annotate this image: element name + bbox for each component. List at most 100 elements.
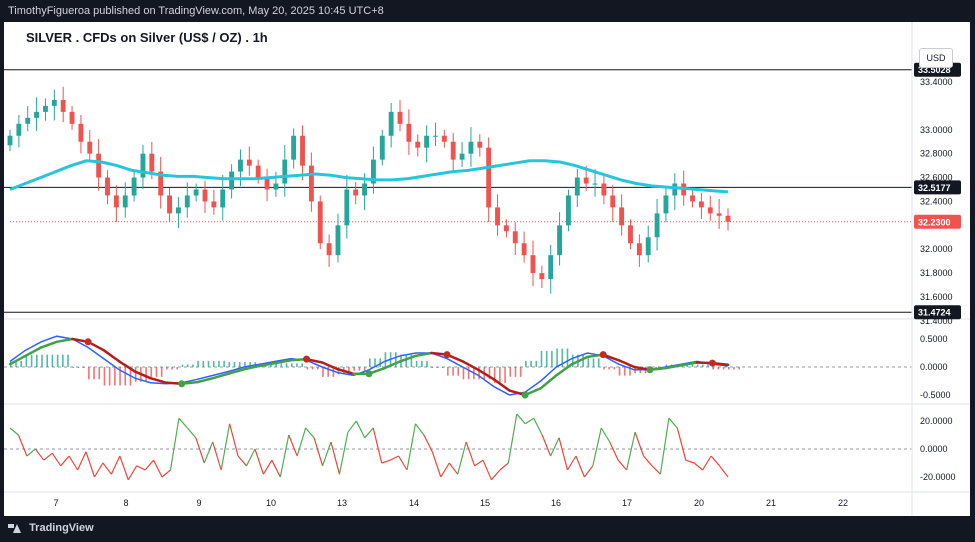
oscillator-segment [550, 437, 560, 457]
time-tick-label: 21 [766, 498, 776, 508]
oscillator-segment [617, 459, 628, 471]
candle [477, 141, 483, 148]
candle [300, 135, 305, 166]
macd-histogram-bar [62, 354, 64, 367]
candle [193, 189, 199, 196]
oscillator-segment [110, 455, 121, 475]
oscillator-segment [296, 427, 307, 457]
candle [530, 255, 536, 274]
candle [69, 111, 75, 124]
oscillator-segment [321, 441, 332, 467]
macd-histogram-bar [46, 354, 49, 367]
publisher-text: TimothyFigueroa published on TradingView… [8, 5, 384, 17]
macd-histogram-bar [358, 367, 361, 371]
oscillator-segment [516, 413, 526, 425]
macd-histogram-bar [603, 367, 605, 370]
oscillator-segment [600, 427, 611, 443]
signal-line-segment [39, 340, 59, 349]
candle [574, 177, 580, 196]
oscillator-segment [203, 441, 214, 464]
oscillator-segment [119, 455, 129, 481]
candle [379, 135, 385, 160]
candle [654, 213, 660, 238]
candle [291, 135, 297, 160]
candle [716, 213, 722, 216]
oscillator-segment [153, 459, 163, 478]
candle [495, 207, 500, 226]
oscillator-segment [440, 462, 450, 478]
candle [433, 135, 438, 137]
macd-histogram-bar [509, 367, 512, 377]
oscillator-segment [465, 441, 476, 467]
candle [282, 159, 288, 184]
oscillator-segment [533, 417, 543, 436]
axes: 33.400033.000032.600032.400032.800032.20… [4, 22, 970, 516]
macd-histogram-bar [696, 364, 699, 367]
oscillator-segment [102, 462, 112, 475]
candle [362, 183, 368, 196]
macd-histogram-bar [93, 367, 95, 380]
oscillator-segment [643, 455, 653, 467]
candle [131, 177, 137, 196]
oscillator-segment [161, 469, 171, 478]
time-tick-label: 14 [409, 498, 419, 508]
signal-line-segment [617, 359, 636, 369]
candle [406, 123, 412, 142]
oscillator-segment [634, 431, 645, 457]
candle [628, 225, 633, 244]
macd-histogram-bar [212, 360, 215, 367]
oscillator-segment [702, 455, 712, 471]
candle [60, 99, 66, 112]
macd-histogram-bar [311, 367, 314, 370]
macd-histogram-bar [56, 354, 59, 367]
macd-histogram-bar [597, 358, 600, 367]
candle [397, 111, 403, 124]
macd-histogram-bar [587, 358, 590, 367]
candle [557, 225, 563, 256]
macd-histogram-bar [545, 350, 548, 367]
macd-histogram-bar [452, 367, 454, 376]
macd-histogram-bar [384, 352, 387, 367]
crossover-marker [84, 338, 92, 346]
macd-histogram-bar [499, 367, 501, 384]
candle [211, 201, 217, 208]
signal-line-segment [383, 360, 402, 370]
macd-histogram-bar [155, 367, 158, 377]
macd-histogram-bar [447, 367, 449, 376]
oscillator-segment [85, 451, 96, 478]
macd-histogram-bar [41, 354, 43, 367]
oscillator-segment [710, 455, 721, 467]
macd-histogram-bar [207, 360, 210, 367]
oscillator-segment [186, 427, 197, 439]
candle [450, 141, 456, 160]
signal-line-segment [664, 364, 683, 370]
oscillator-segment [482, 459, 493, 481]
candle [592, 183, 598, 185]
oscillator-segment [693, 462, 704, 471]
oscillator-tick-label: -20.0000 [920, 472, 956, 482]
oscillator-segment [372, 427, 383, 464]
macd-histogram-bar [238, 362, 241, 367]
chart-canvas[interactable]: 33.400033.000032.600032.400032.800032.20… [4, 22, 970, 516]
candle [246, 159, 252, 166]
macd-histogram-bar [353, 367, 355, 371]
price-pane [4, 69, 912, 313]
oscillator-segment [271, 459, 281, 478]
macd-histogram-bar [592, 358, 595, 367]
candle [43, 105, 48, 112]
candle [238, 159, 243, 172]
candle [353, 189, 359, 196]
candle [25, 117, 31, 124]
macd-histogram-bar [51, 354, 54, 367]
time-tick-label: 9 [196, 498, 201, 508]
oscillator-tick-label: 0.0000 [920, 444, 948, 454]
macd-histogram-bar [504, 367, 506, 384]
macd-histogram-bar [30, 354, 33, 367]
candle [105, 177, 110, 196]
crossover-marker [303, 355, 311, 363]
candle [7, 135, 13, 146]
macd-histogram-bar [436, 367, 439, 368]
price-tick-label: 31.6000 [920, 292, 953, 302]
currency-button[interactable]: USD [919, 48, 953, 68]
macd-histogram-bar [186, 364, 189, 367]
